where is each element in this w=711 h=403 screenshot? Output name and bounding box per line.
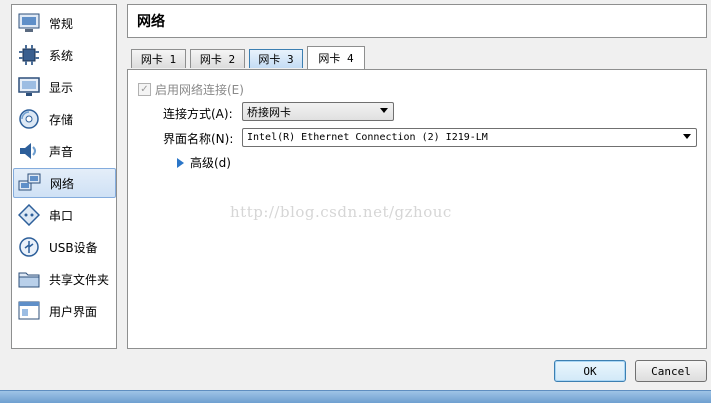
adapter-name-select[interactable]: Intel(R) Ethernet Connection (2) I219-LM (242, 128, 697, 147)
page-title: 网络 (127, 4, 707, 38)
tab-adapter-4[interactable]: 网卡 4 (307, 46, 365, 69)
sidebar-item-label: 串口 (49, 207, 73, 224)
sidebar-item-label: 网络 (50, 175, 74, 192)
chevron-down-icon (683, 134, 691, 139)
sidebar-item-label: USB设备 (49, 239, 98, 256)
sidebar-item-label: 存储 (49, 111, 73, 128)
sidebar-item-label: 声音 (49, 143, 73, 160)
sidebar-item-label: 共享文件夹 (49, 271, 109, 288)
sidebar-item-audio[interactable]: 声音 (13, 136, 116, 166)
general-icon (17, 11, 41, 35)
sidebar-item-label: 用户界面 (49, 303, 97, 320)
usb-icon (17, 235, 41, 259)
sidebar-item-general[interactable]: 常规 (13, 8, 116, 38)
adapter-name-value: Intel(R) Ethernet Connection (2) I219-LM (247, 132, 488, 143)
cancel-button[interactable]: Cancel (635, 360, 707, 382)
speaker-icon (17, 139, 41, 163)
sidebar-item-system[interactable]: 系统 (13, 40, 116, 70)
system-chip-icon (17, 43, 41, 67)
attached-to-value: 桥接网卡 (247, 104, 291, 120)
shared-folder-icon (17, 267, 41, 291)
advanced-label: 高级(d) (190, 154, 231, 171)
sidebar-item-display[interactable]: 显示 (13, 72, 116, 102)
sidebar-item-label: 显示 (49, 79, 73, 96)
ok-button[interactable]: OK (554, 360, 626, 382)
taskbar-strip (0, 390, 711, 403)
attached-to-select[interactable]: 桥接网卡 (242, 102, 394, 121)
network-icon (18, 171, 42, 195)
sidebar-item-network[interactable]: 网络 (13, 168, 116, 198)
sidebar-item-storage[interactable]: 存储 (13, 104, 116, 134)
tab-adapter-3[interactable]: 网卡 3 (249, 49, 303, 68)
enable-network-checkbox[interactable]: ✓ 启用网络连接(E) (138, 81, 244, 98)
user-interface-icon (17, 299, 41, 323)
expand-triangle-icon (177, 158, 184, 168)
chevron-down-icon (380, 108, 388, 113)
sidebar-item-serial[interactable]: 串口 (13, 200, 116, 230)
sidebar-item-label: 系统 (49, 47, 73, 64)
network-settings-panel: 网卡 1 网卡 2 网卡 3 网卡 4 ✓ 启用网络连接(E) 连接方式(A):… (127, 46, 707, 349)
tab-adapter-1[interactable]: 网卡 1 (131, 49, 186, 68)
advanced-expander[interactable]: 高级(d) (177, 154, 231, 171)
serial-port-icon (17, 203, 41, 227)
storage-disc-icon (17, 107, 41, 131)
monitor-icon (17, 75, 41, 99)
checkmark-icon: ✓ (138, 83, 151, 96)
sidebar-item-usb[interactable]: USB设备 (13, 232, 116, 262)
enable-network-label: 启用网络连接(E) (155, 81, 244, 98)
adapter-name-label: 界面名称(N): (163, 130, 233, 147)
tab-adapter-2[interactable]: 网卡 2 (190, 49, 245, 68)
settings-sidebar: 常规 系统 显示 存储 声音 (11, 4, 117, 349)
tab-adapter-4-content: ✓ 启用网络连接(E) 连接方式(A): 桥接网卡 界面名称(N): Intel… (127, 69, 707, 349)
sidebar-item-label: 常规 (49, 15, 73, 32)
settings-window: 常规 系统 显示 存储 声音 (0, 0, 711, 390)
sidebar-item-user-interface[interactable]: 用户界面 (13, 296, 116, 326)
attached-to-label: 连接方式(A): (163, 105, 233, 122)
sidebar-item-shared-folders[interactable]: 共享文件夹 (13, 264, 116, 294)
